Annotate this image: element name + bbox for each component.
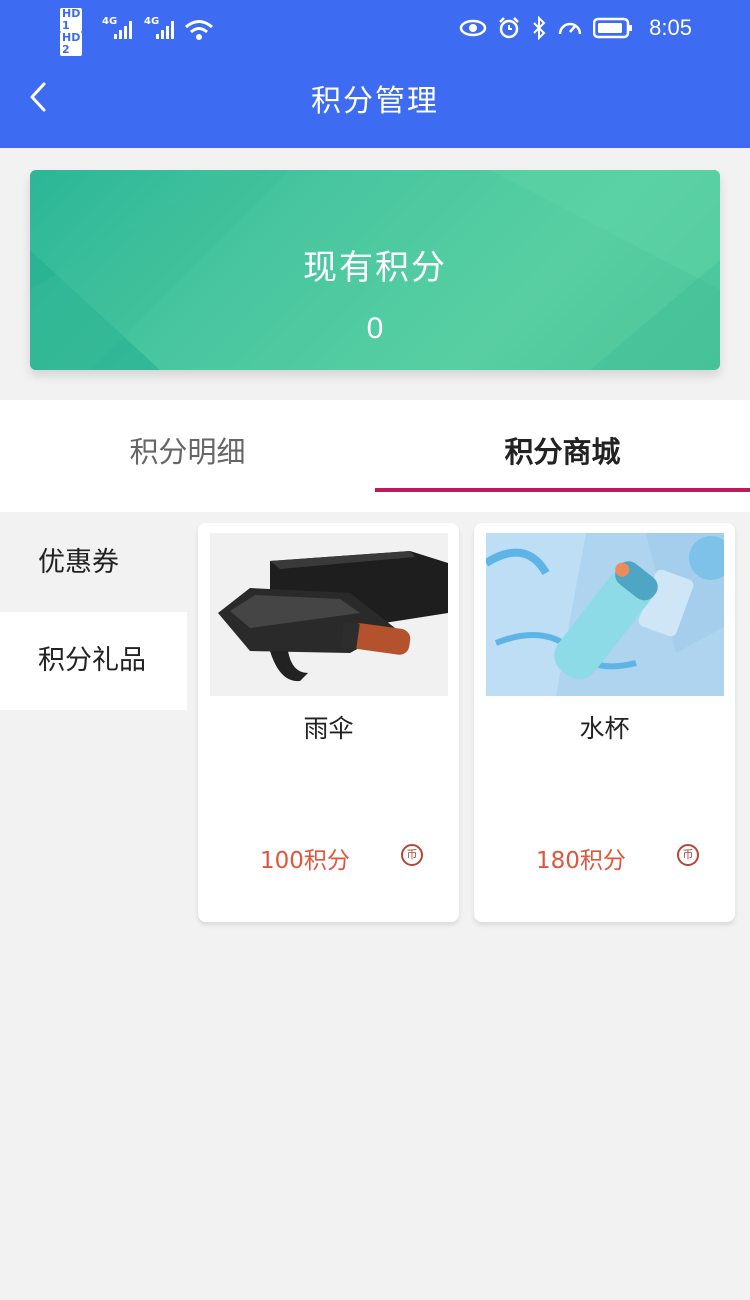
product-card-water-bottle[interactable]: 水杯 180积分 币 [474, 523, 735, 922]
eye-icon [459, 19, 487, 37]
wifi-icon [185, 20, 213, 40]
status-right: 8:05 [459, 12, 692, 44]
side-item-coupons[interactable]: 优惠券 [0, 514, 187, 612]
battery-icon [593, 17, 633, 39]
product-price: 180积分 [536, 848, 626, 874]
coin-icon[interactable]: 币 [401, 844, 423, 866]
tab-points-detail[interactable]: 积分明细 [0, 400, 375, 492]
header-bar: HD 1 HD 2 4G 4G 8:05 积分管理 [0, 0, 750, 148]
product-image-umbrella [210, 533, 448, 696]
coin-icon[interactable]: 币 [677, 844, 699, 866]
product-name: 水杯 [579, 714, 630, 743]
product-image-water-bottle [486, 533, 724, 696]
bluetooth-icon [533, 16, 546, 40]
points-value: 0 [366, 312, 384, 345]
sim1-indicator: HD 1 [60, 7, 83, 32]
tab-points-mall[interactable]: 积分商城 [375, 400, 750, 492]
alarm-icon [499, 17, 520, 39]
product-name: 雨伞 [303, 714, 354, 743]
product-price: 100积分 [260, 848, 350, 874]
sim2-indicator: HD 2 [60, 31, 83, 56]
status-time: 8:05 [649, 15, 692, 40]
active-tab-indicator [375, 488, 750, 492]
points-card: 现有积分 0 [30, 170, 720, 370]
side-item-gifts[interactable]: 积分礼品 [0, 612, 187, 710]
points-label: 现有积分 [303, 248, 447, 288]
tab-bar: 积分明细 积分商城 [0, 400, 750, 512]
speedometer-icon [558, 22, 582, 35]
page-title: 积分管理 [311, 84, 439, 119]
product-card-umbrella[interactable]: 雨伞 100积分 币 [198, 523, 459, 922]
